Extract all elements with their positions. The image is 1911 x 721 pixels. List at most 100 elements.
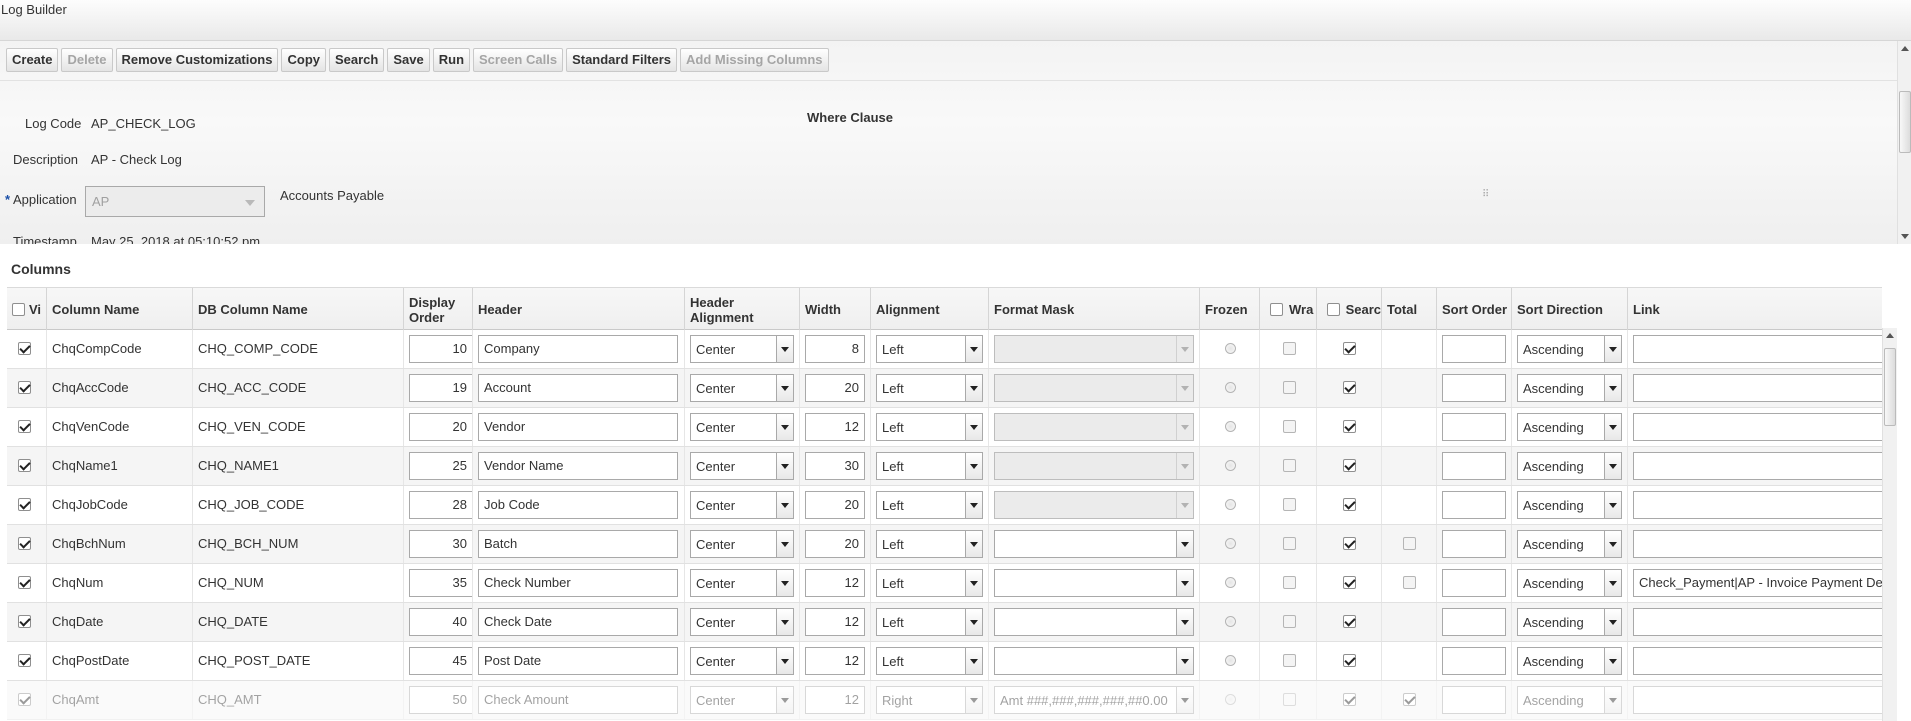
header-sort-order[interactable]: Sort Order <box>1437 288 1512 331</box>
chevron-down-icon[interactable] <box>1176 609 1193 635</box>
screen-calls-button[interactable]: Screen Calls <box>473 48 564 72</box>
chevron-down-icon[interactable] <box>776 336 793 362</box>
table-row[interactable]: ChqCompCode CHQ_COMP_CODE 10 Company Center 8… <box>7 330 1882 369</box>
header-total[interactable]: Total <box>1382 288 1437 331</box>
visible-checkbox[interactable] <box>18 498 31 511</box>
width-input[interactable]: 20 <box>805 374 865 402</box>
sort-order-input[interactable] <box>1442 686 1506 714</box>
chevron-down-icon[interactable] <box>776 453 793 479</box>
format-mask-select[interactable] <box>994 374 1194 402</box>
chevron-down-icon[interactable] <box>1604 648 1621 674</box>
frozen-radio[interactable] <box>1225 421 1236 432</box>
chevron-down-icon[interactable] <box>1176 492 1193 518</box>
chevron-down-icon[interactable] <box>1604 453 1621 479</box>
chevron-down-icon[interactable] <box>1604 336 1621 362</box>
format-mask-select[interactable]: Amt ###,###,###,###,##0.00 <box>994 686 1194 714</box>
link-input[interactable] <box>1633 335 1882 363</box>
form-scrollbar[interactable] <box>1897 41 1911 244</box>
visible-checkbox[interactable] <box>18 381 31 394</box>
sort-direction-select[interactable]: Ascending <box>1517 647 1622 675</box>
sort-order-input[interactable] <box>1442 569 1506 597</box>
visible-checkbox[interactable] <box>18 654 31 667</box>
visible-checkbox[interactable] <box>18 420 31 433</box>
header-alignment[interactable]: Alignment <box>871 288 989 331</box>
chevron-down-icon[interactable] <box>776 414 793 440</box>
frozen-radio[interactable] <box>1225 616 1236 627</box>
search-checkbox[interactable] <box>1343 615 1356 628</box>
chevron-down-icon[interactable] <box>1176 570 1193 596</box>
chevron-down-icon[interactable] <box>1604 609 1621 635</box>
wrap-checkbox[interactable] <box>1283 693 1296 706</box>
alignment-select[interactable]: Left <box>876 452 983 480</box>
format-mask-select[interactable] <box>994 530 1194 558</box>
visible-checkbox[interactable] <box>18 342 31 355</box>
chevron-down-icon[interactable] <box>1176 375 1193 401</box>
sort-direction-select[interactable]: Ascending <box>1517 335 1622 363</box>
header-sort-direction[interactable]: Sort Direction <box>1512 288 1628 331</box>
display-order-input[interactable]: 35 <box>409 569 472 597</box>
chevron-down-icon[interactable] <box>965 375 982 401</box>
chevron-down-icon[interactable] <box>1176 648 1193 674</box>
header-input[interactable]: Account <box>478 374 678 402</box>
delete-button[interactable]: Delete <box>61 48 113 72</box>
chevron-down-icon[interactable] <box>965 687 982 713</box>
alignment-select[interactable]: Left <box>876 374 983 402</box>
search-checkbox[interactable] <box>1343 498 1356 511</box>
header-column-name[interactable]: Column Name <box>47 288 193 331</box>
sort-order-input[interactable] <box>1442 491 1506 519</box>
run-button[interactable]: Run <box>432 48 471 72</box>
select-all-visible-checkbox[interactable] <box>12 303 25 316</box>
header-input[interactable]: Check Number <box>478 569 678 597</box>
alignment-select[interactable]: Left <box>876 335 983 363</box>
add-missing-columns-button[interactable]: Add Missing Columns <box>680 48 829 72</box>
header-alignment-select[interactable]: Center <box>690 335 794 363</box>
width-input[interactable]: 20 <box>805 530 865 558</box>
scroll-up-icon[interactable] <box>1901 46 1909 51</box>
display-order-input[interactable]: 45 <box>409 647 472 675</box>
link-input[interactable] <box>1633 647 1882 675</box>
link-input[interactable] <box>1633 374 1882 402</box>
wrap-checkbox[interactable] <box>1283 615 1296 628</box>
copy-button[interactable]: Copy <box>281 48 326 72</box>
total-checkbox[interactable] <box>1403 693 1416 706</box>
visible-checkbox[interactable] <box>18 576 31 589</box>
header-alignment-select[interactable]: Center <box>690 374 794 402</box>
link-input[interactable] <box>1633 608 1882 636</box>
header-width[interactable]: Width <box>800 288 871 331</box>
alignment-select[interactable]: Left <box>876 491 983 519</box>
grid-scrollbar[interactable] <box>1882 328 1897 721</box>
search-checkbox[interactable] <box>1343 342 1356 355</box>
format-mask-select[interactable] <box>994 569 1194 597</box>
search-checkbox[interactable] <box>1343 381 1356 394</box>
standard-filters-button[interactable]: Standard Filters <box>566 48 678 72</box>
width-input[interactable]: 12 <box>805 569 865 597</box>
format-mask-select[interactable] <box>994 647 1194 675</box>
frozen-radio[interactable] <box>1225 460 1236 471</box>
chevron-down-icon[interactable] <box>1176 336 1193 362</box>
search-checkbox[interactable] <box>1343 420 1356 433</box>
chevron-down-icon[interactable] <box>1604 531 1621 557</box>
header-header-alignment[interactable]: Header Alignment <box>685 288 800 331</box>
header-link[interactable]: Link <box>1628 288 1882 331</box>
chevron-down-icon[interactable] <box>965 453 982 479</box>
header-db-column-name[interactable]: DB Column Name <box>193 288 404 331</box>
frozen-radio[interactable] <box>1225 538 1236 549</box>
chevron-down-icon[interactable] <box>1176 453 1193 479</box>
sort-order-input[interactable] <box>1442 530 1506 558</box>
header-input[interactable]: Check Amount <box>478 686 678 714</box>
resize-grip-icon[interactable]: ⠿ <box>1482 189 1492 200</box>
sort-direction-select[interactable]: Ascending <box>1517 452 1622 480</box>
header-input[interactable]: Batch <box>478 530 678 558</box>
header-input[interactable]: Vendor <box>478 413 678 441</box>
header-frozen[interactable]: Frozen <box>1200 288 1260 331</box>
width-input[interactable]: 12 <box>805 413 865 441</box>
header-alignment-select[interactable]: Center <box>690 491 794 519</box>
sort-order-input[interactable] <box>1442 647 1506 675</box>
select-all-wrap-checkbox[interactable] <box>1270 303 1283 316</box>
format-mask-select[interactable] <box>994 452 1194 480</box>
wrap-checkbox[interactable] <box>1283 654 1296 667</box>
display-order-input[interactable]: 30 <box>409 530 472 558</box>
wrap-checkbox[interactable] <box>1283 459 1296 472</box>
format-mask-select[interactable] <box>994 491 1194 519</box>
header-alignment-select[interactable]: Center <box>690 452 794 480</box>
